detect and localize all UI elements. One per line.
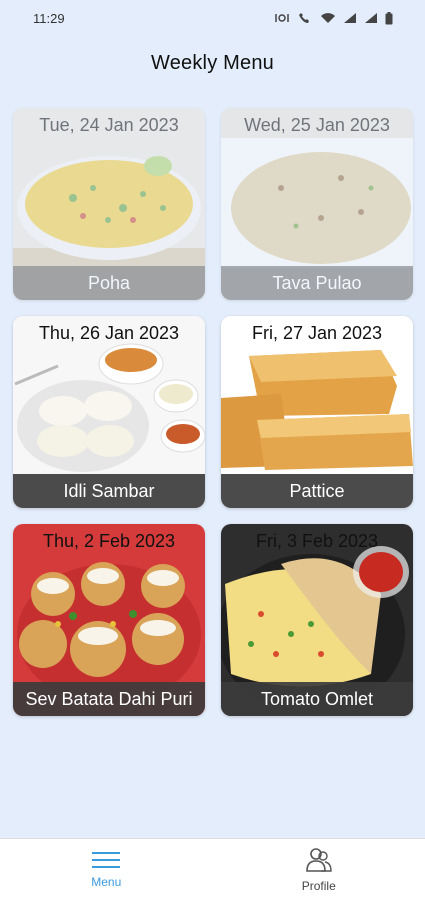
nav-item-profile[interactable]: Profile	[213, 839, 425, 900]
card-date: Tue, 24 Jan 2023	[39, 114, 179, 135]
page-title: Weekly Menu	[151, 52, 274, 74]
signal-icon-1	[344, 13, 356, 23]
card-date: Thu, 26 Jan 2023	[38, 322, 180, 343]
card-date: Thu, 2 Feb 2023	[42, 530, 176, 551]
menu-card[interactable]: Fri, 3 Feb 2023 Tomato Omlet	[221, 524, 413, 716]
menu-card[interactable]: Fri, 27 Jan 2023 Pattice	[221, 316, 413, 508]
nav-label-menu: Menu	[91, 874, 122, 889]
signal-icon-2	[365, 13, 377, 23]
menu-card[interactable]: Wed, 25 Jan 2023 Tava Pulao	[221, 108, 413, 300]
card-date: Fri, 3 Feb 2023	[255, 530, 379, 551]
card-dish-name: Poha	[13, 266, 205, 300]
status-bar: 11:29	[0, 0, 425, 36]
nfc-icon	[275, 14, 289, 22]
menu-card[interactable]: Thu, 26 Jan 2023 Idli Sambar	[13, 316, 205, 508]
card-dish-name: Tava Pulao	[221, 266, 413, 300]
status-time: 11:29	[33, 10, 65, 26]
card-dish-name: Pattice	[221, 474, 413, 508]
nav-item-menu[interactable]: Menu	[0, 839, 213, 900]
status-icons	[274, 11, 393, 25]
card-date: Fri, 27 Jan 2023	[251, 322, 383, 343]
profile-icon	[305, 847, 332, 872]
card-dish-name: Idli Sambar	[13, 474, 205, 508]
menu-icon	[92, 851, 121, 868]
menu-grid: Tue, 24 Jan 2023 Poha Wed, 25 Jan 2023 T…	[13, 108, 413, 716]
menu-card[interactable]: Thu, 2 Feb 2023 Sev Batata Dahi Puri	[13, 524, 205, 716]
wifi-call-icon	[299, 13, 309, 23]
card-dish-name: Tomato Omlet	[221, 682, 413, 716]
card-dish-name: Sev Batata Dahi Puri	[13, 682, 205, 716]
menu-card[interactable]: Tue, 24 Jan 2023 Poha	[13, 108, 205, 300]
bottom-nav: Menu Profile	[0, 838, 425, 900]
card-date: Wed, 25 Jan 2023	[244, 114, 390, 135]
nav-label-profile: Profile	[301, 878, 336, 893]
battery-icon	[385, 11, 393, 24]
wifi-icon	[321, 13, 335, 23]
